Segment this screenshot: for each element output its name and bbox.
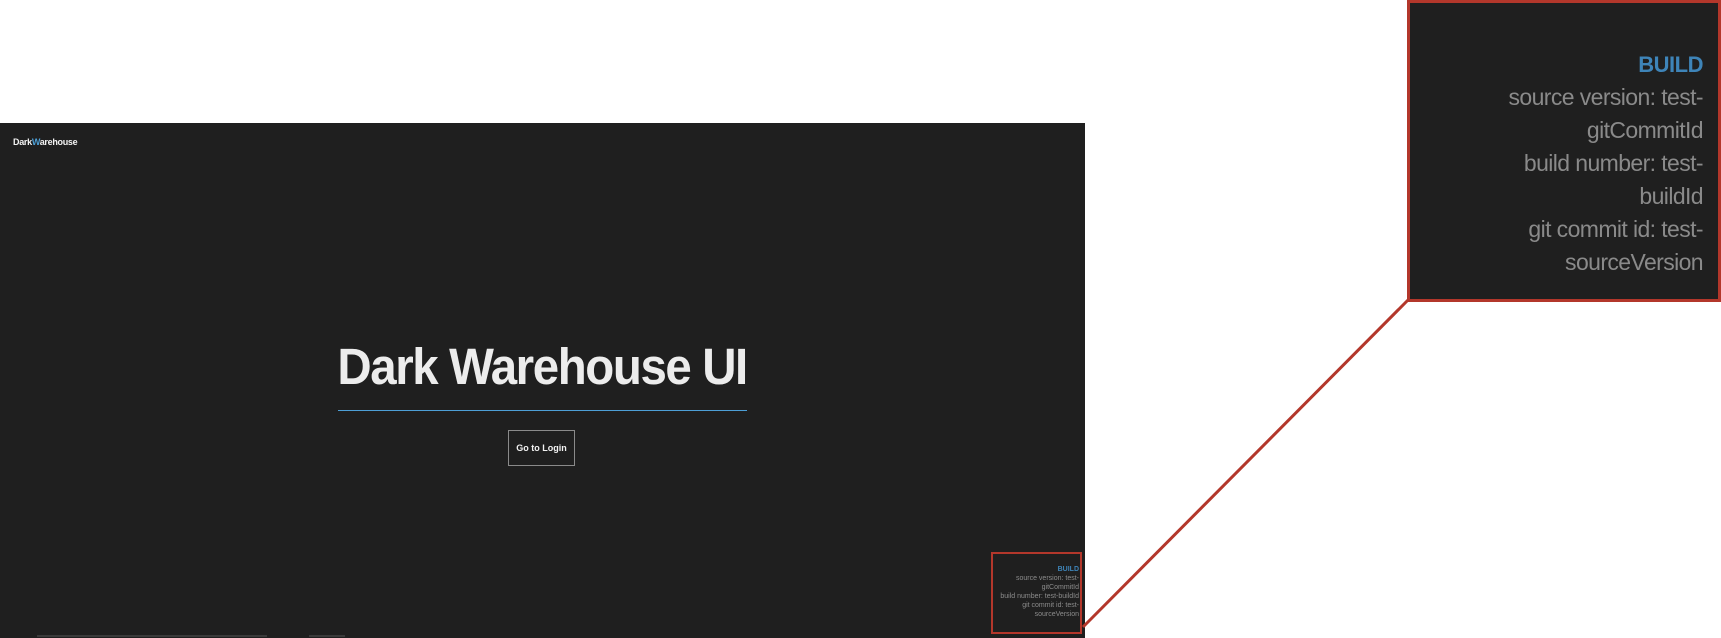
zoom-line: git commit id: test-: [1528, 216, 1703, 242]
zoom-line: build number: test-: [1523, 150, 1704, 176]
zoom-callout: BUILD source version: test- gitCommitId …: [1407, 0, 1721, 302]
app-window: DarkWarehouse Dark Warehouse UI Go to Lo…: [0, 123, 1085, 638]
connector-line: [1081, 298, 1410, 629]
bottom-divider-right: [309, 635, 345, 637]
zoom-line: buildId: [1639, 183, 1703, 209]
zoom-line: source version: test-: [1508, 84, 1704, 110]
bottom-divider-left: [37, 635, 267, 637]
hero-section: Dark Warehouse UI: [0, 341, 1085, 392]
title-underline: [338, 410, 747, 411]
zoom-build-info: BUILD source version: test- gitCommitId …: [1453, 48, 1704, 279]
brand-accent: W: [31, 137, 40, 147]
page-title: Dark Warehouse UI: [337, 338, 749, 395]
brand-logo[interactable]: DarkWarehouse: [13, 137, 78, 147]
highlight-box: [991, 552, 1082, 634]
zoom-line: sourceVersion: [1565, 249, 1704, 275]
brand-prefix: Dark: [13, 137, 32, 147]
screenshot-stage: DarkWarehouse Dark Warehouse UI Go to Lo…: [0, 0, 1721, 638]
zoom-line: gitCommitId: [1586, 117, 1704, 143]
zoom-build-title: BUILD: [1638, 52, 1703, 77]
go-to-login-button[interactable]: Go to Login: [508, 430, 575, 466]
brand-suffix: arehouse: [39, 137, 78, 147]
